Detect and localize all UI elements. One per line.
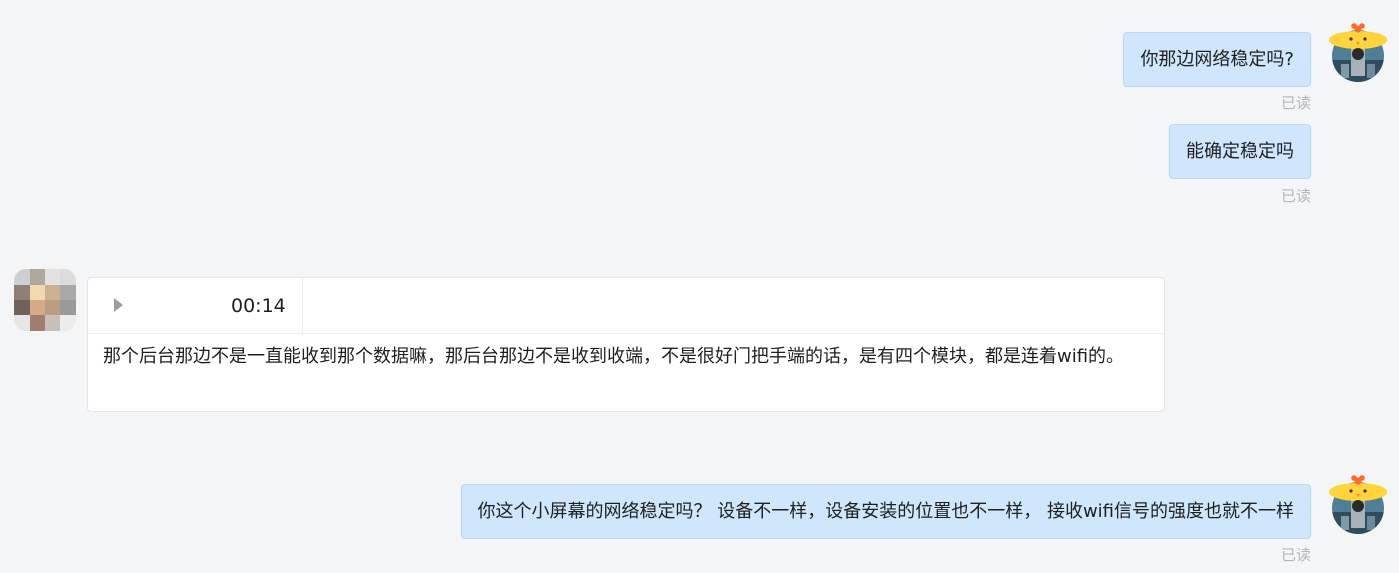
message-bubble-outgoing[interactable]: 你这个小屏幕的网络稳定吗？ 设备不一样，设备安装的位置也不一样， 接收wifi信… — [460, 484, 1311, 539]
avatar-me[interactable] — [1327, 20, 1389, 82]
voice-duration: 00:14 — [231, 295, 286, 317]
chicken-avatar-icon — [1329, 475, 1387, 534]
message-text: 你这个小屏幕的网络稳定吗？ 设备不一样，设备安装的位置也不一样， 接收wifi信… — [477, 500, 1295, 522]
voice-message-card[interactable]: 00:14 那个后台那边不是一直能收到那个数据嘛，那后台那边不是收到收端，不是很… — [87, 277, 1165, 412]
message-text: 你那边网络稳定吗? — [1140, 48, 1294, 70]
voice-player[interactable]: 00:14 — [88, 278, 303, 333]
play-icon[interactable] — [112, 295, 126, 315]
read-status: 已读 — [1280, 94, 1311, 112]
read-status: 已读 — [1280, 187, 1311, 205]
message-bubble-outgoing[interactable]: 你那边网络稳定吗? — [1123, 32, 1311, 87]
voice-transcript: 那个后台那边不是一直能收到那个数据嘛，那后台那边不是收到收端，不是很好门把手端的… — [103, 346, 1125, 367]
message-text: 能确定稳定吗 — [1186, 140, 1294, 162]
message-bubble-outgoing[interactable]: 能确定稳定吗 — [1169, 124, 1311, 179]
avatar-other[interactable] — [14, 269, 76, 331]
read-status: 已读 — [1280, 546, 1311, 564]
avatar-me[interactable] — [1327, 472, 1389, 534]
chicken-avatar-icon — [1329, 23, 1387, 82]
pixelated-avatar-icon — [14, 269, 76, 331]
divider — [88, 333, 1164, 334]
